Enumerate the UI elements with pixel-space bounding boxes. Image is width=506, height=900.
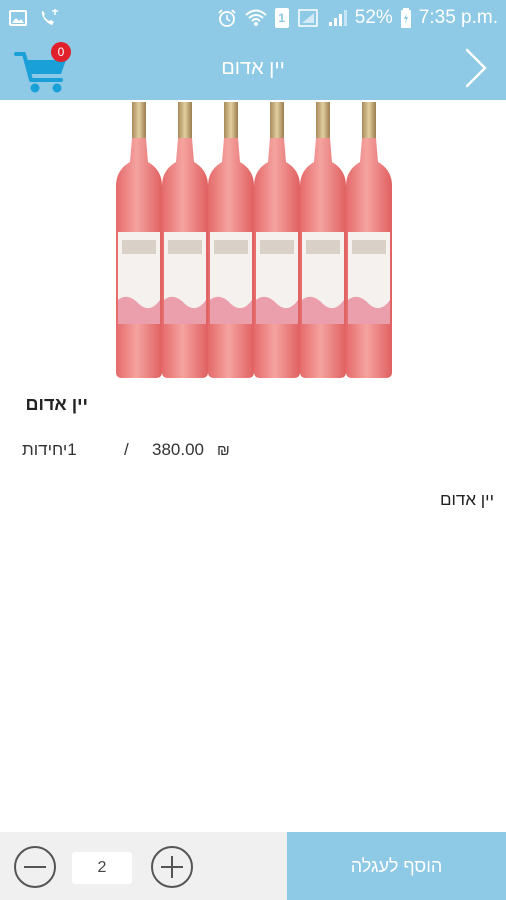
product-name: יין אדום [25, 394, 88, 414]
add-to-cart-button[interactable]: הוסף לעגלה [287, 832, 506, 900]
bottom-bar: הוסף לעגלה [0, 832, 506, 900]
quantity-input[interactable] [72, 852, 132, 884]
phone-icon [41, 9, 58, 25]
signal-icon [298, 9, 318, 27]
price-value: 380.00 [152, 440, 204, 459]
battery-icon [400, 8, 411, 28]
gallery-icon [9, 10, 27, 26]
status-bar: 1 52% 7:35 p.m. [0, 0, 506, 36]
battery-percent: 52% [354, 7, 393, 28]
product-image [116, 102, 392, 378]
bottle [116, 102, 162, 378]
sim-icon: 1 [274, 8, 289, 28]
wifi-icon [245, 9, 267, 26]
clock: 7:35 p.m. [418, 7, 498, 28]
bottle [254, 102, 300, 378]
product-description: יין אדום [439, 490, 494, 509]
app-header: יין אדום 0 [0, 36, 506, 100]
price-row: 1יחידות / 380.00 ₪ [22, 440, 230, 466]
cart-count-badge: 0 [51, 42, 71, 62]
minus-circle-icon[interactable] [13, 845, 57, 889]
bottle [300, 102, 346, 378]
bottle [346, 102, 392, 378]
plus-circle-icon[interactable] [150, 845, 194, 889]
units-label: 1יחידות [22, 440, 77, 459]
signal-bars-icon [328, 10, 347, 26]
cart-button[interactable]: 0 [14, 40, 74, 96]
currency-symbol: ₪ [217, 442, 230, 459]
alarm-icon [218, 9, 236, 27]
bottle [208, 102, 254, 378]
price-separator: / [124, 440, 129, 459]
back-arrow-icon[interactable] [464, 48, 488, 88]
page-title: יין אדום [221, 57, 285, 79]
bottle [162, 102, 208, 378]
